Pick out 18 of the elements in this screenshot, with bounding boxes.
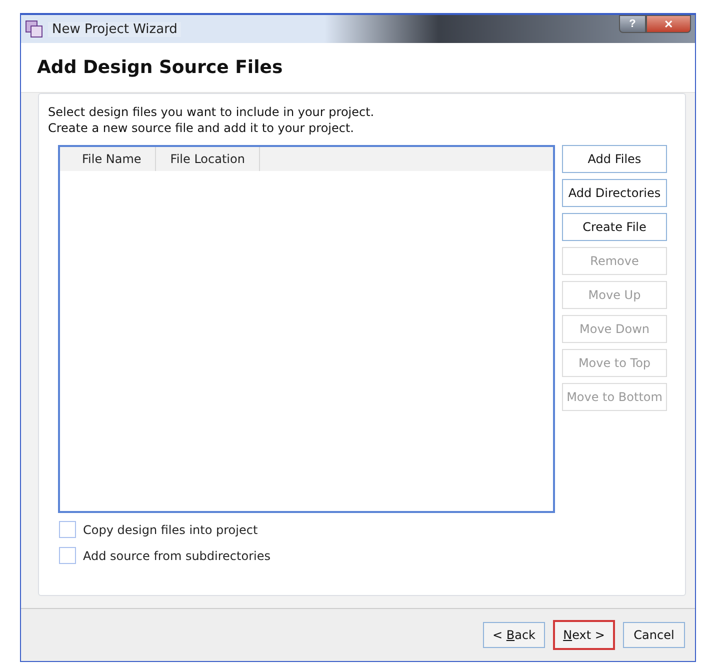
file-table[interactable]: File Name File Location	[58, 145, 555, 513]
description-text: Select design files you want to include in your project.	[48, 104, 376, 120]
checkbox-label: Copy design files into project	[83, 522, 258, 536]
column-header[interactable]: File Name	[60, 147, 156, 171]
checkbox[interactable]	[59, 547, 76, 564]
page-title: Add Design Source Files	[37, 57, 284, 78]
window-title: New Project Wizard	[48, 22, 182, 36]
nav-button[interactable]: < Back	[483, 622, 545, 648]
column-header[interactable]: File Location	[156, 147, 260, 171]
action-button[interactable]: Add Directories	[562, 179, 667, 207]
action-button[interactable]: Create File	[562, 213, 667, 241]
app-icon	[25, 20, 43, 38]
checkbox[interactable]	[59, 521, 76, 538]
description-text: Create a new source file and add it to your project.	[48, 120, 355, 136]
nav-button[interactable]: Next >	[553, 620, 615, 650]
checkbox-label: Add source from subdirectories	[83, 548, 270, 562]
action-button[interactable]: Add Files	[562, 145, 667, 173]
nav-button[interactable]: Cancel	[623, 622, 685, 648]
